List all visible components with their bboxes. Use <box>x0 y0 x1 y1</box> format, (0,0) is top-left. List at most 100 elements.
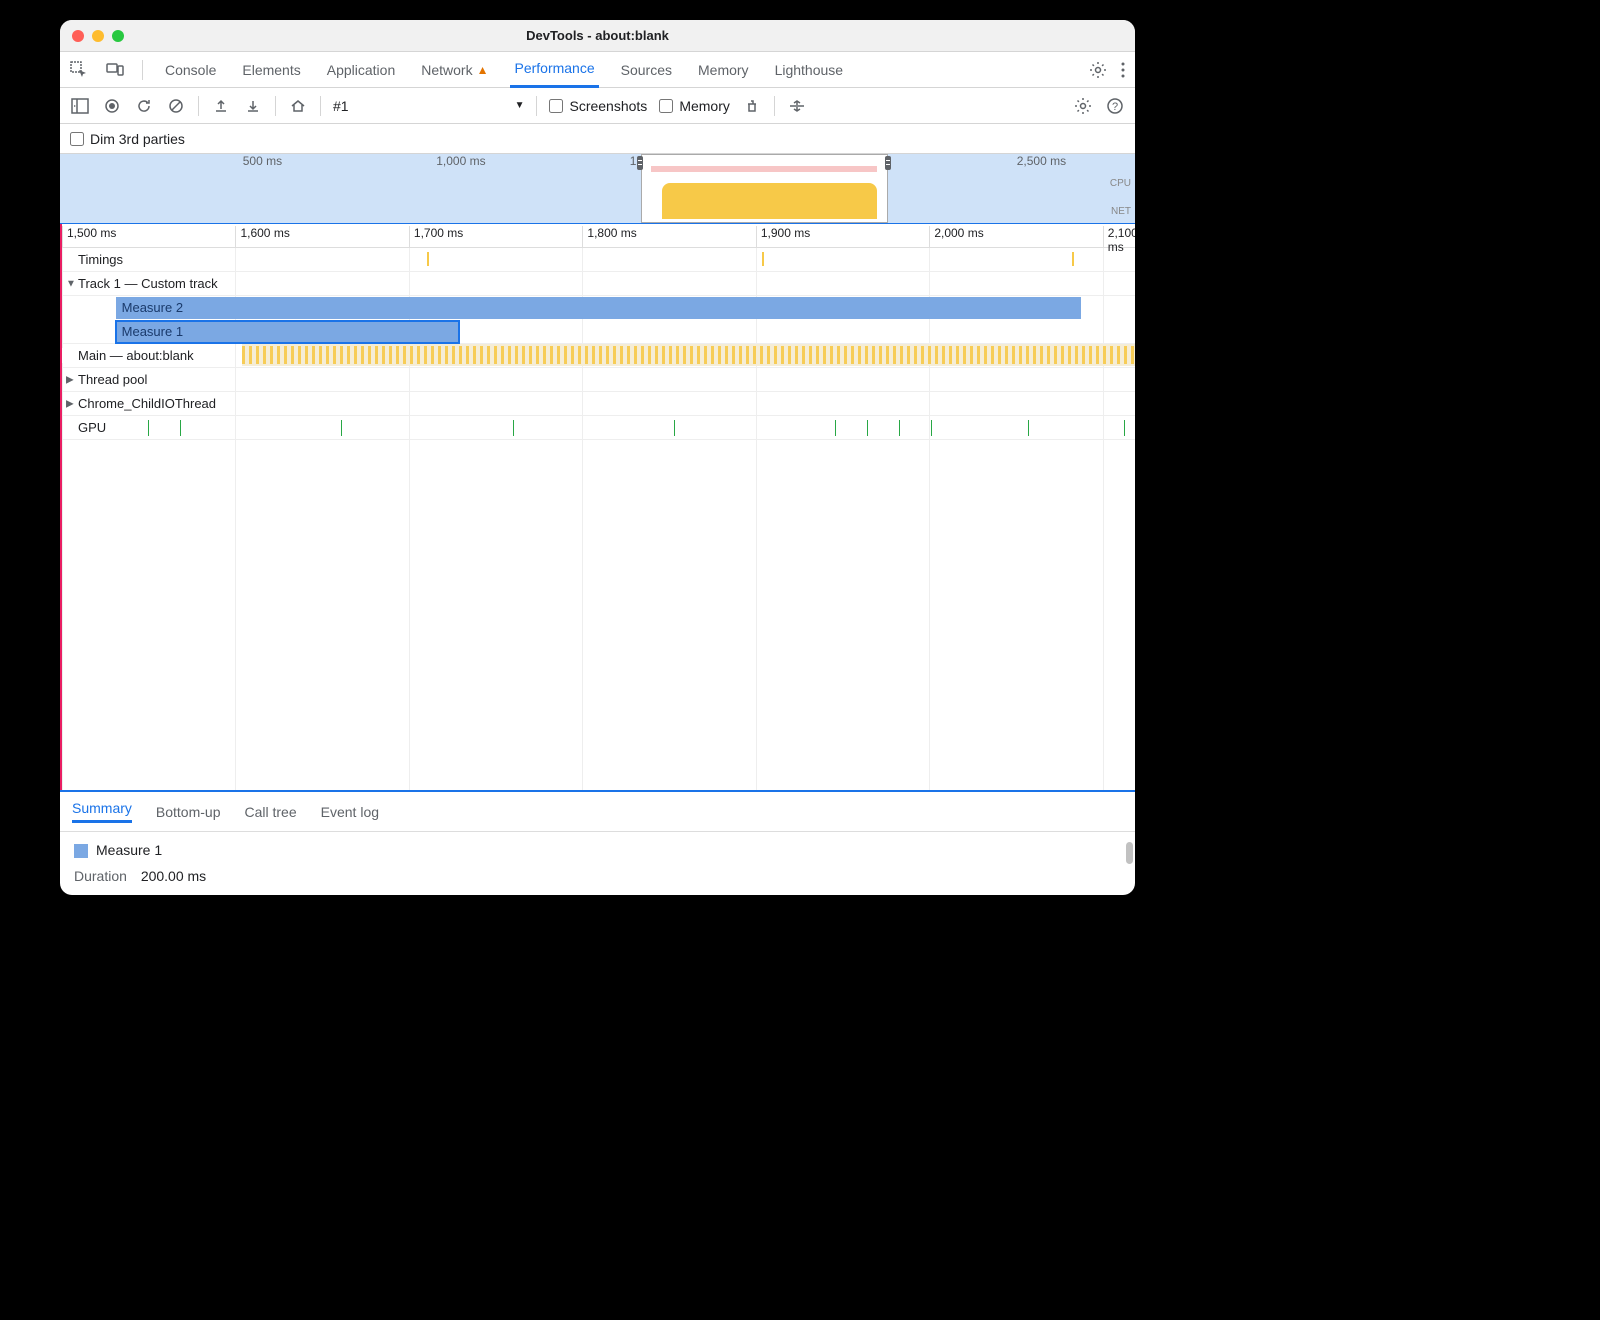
details-body: Measure 1 Duration 200.00 ms <box>60 832 1135 894</box>
track-main[interactable]: ▶ Main — about:blank <box>62 344 1135 368</box>
inspect-element-icon[interactable] <box>70 61 88 79</box>
minimize-window-button[interactable] <box>92 30 104 42</box>
close-window-button[interactable] <box>72 30 84 42</box>
track-gpu[interactable]: GPU <box>62 416 1135 440</box>
timing-marker <box>762 252 764 266</box>
overview-handle-right[interactable] <box>885 156 891 170</box>
dim-3rd-parties-checkbox[interactable]: Dim 3rd parties <box>70 131 185 147</box>
gpu-tick <box>180 420 181 436</box>
measure-1[interactable]: Measure 1 <box>116 321 459 343</box>
timing-marker <box>1072 252 1074 266</box>
separator <box>536 96 537 116</box>
dropdown-icon: ▼ <box>515 100 525 111</box>
gpu-tick <box>341 420 342 436</box>
scrollbar-thumb[interactable] <box>1126 842 1133 864</box>
details-pane: Summary Bottom-up Call tree Event log Me… <box>60 790 1135 895</box>
track-thread-pool[interactable]: ▶ Thread pool <box>62 368 1135 392</box>
clear-icon[interactable] <box>166 96 186 116</box>
measure-row-2: Measure 2 <box>62 296 1135 320</box>
tab-network[interactable]: Network▲ <box>417 62 492 78</box>
tab-performance[interactable]: Performance <box>510 52 598 88</box>
duration-row: Duration 200.00 ms <box>74 868 1121 884</box>
timeline-ruler: 1,500 ms 1,600 ms 1,700 ms 1,800 ms 1,900 ms… <box>62 224 1135 248</box>
ruler-tick: 1,800 ms <box>582 226 636 248</box>
tab-console[interactable]: Console <box>161 62 220 78</box>
details-tab-call-tree[interactable]: Call tree <box>245 804 297 820</box>
recording-selector[interactable]: #1 ▼ <box>333 98 524 114</box>
ruler-tick: 2,100 ms <box>1103 226 1135 248</box>
help-icon[interactable]: ? <box>1105 96 1125 116</box>
selected-item-name: Measure 1 <box>74 842 1121 858</box>
ruler-tick: 2,000 ms <box>929 226 983 248</box>
more-icon[interactable] <box>1121 62 1125 78</box>
screenshots-checkbox[interactable]: Screenshots <box>549 98 647 114</box>
overview-handle-left[interactable] <box>637 156 643 170</box>
settings-icon[interactable] <box>1089 61 1107 79</box>
maximize-window-button[interactable] <box>112 30 124 42</box>
gpu-tick <box>1028 420 1029 436</box>
separator <box>142 60 143 80</box>
recording-name: #1 <box>333 98 349 114</box>
ruler-tick: 1,500 ms <box>62 226 116 248</box>
ruler-tick: 1,900 ms <box>756 226 810 248</box>
tab-memory[interactable]: Memory <box>694 62 753 78</box>
details-tab-bottom-up[interactable]: Bottom-up <box>156 804 221 820</box>
gpu-tick <box>148 420 149 436</box>
toggle-sidebar-icon[interactable] <box>70 96 90 116</box>
details-tab-summary[interactable]: Summary <box>72 800 132 823</box>
overview-tick: 500 ms <box>243 154 282 168</box>
measure-2[interactable]: Measure 2 <box>116 297 1082 319</box>
devtools-window: DevTools - about:blank Console Elements … <box>60 20 1135 895</box>
ruler-tick: 1,700 ms <box>409 226 463 248</box>
gpu-tick <box>513 420 514 436</box>
device-toolbar-icon[interactable] <box>106 61 124 79</box>
overview-tick: 2,500 ms <box>1017 154 1066 168</box>
reload-icon[interactable] <box>134 96 154 116</box>
home-icon[interactable] <box>288 96 308 116</box>
separator <box>774 96 775 116</box>
gpu-tick <box>867 420 868 436</box>
record-icon[interactable] <box>102 96 122 116</box>
track-timings[interactable]: Timings <box>62 248 1135 272</box>
tab-lighthouse[interactable]: Lighthouse <box>771 62 848 78</box>
warning-icon: ▲ <box>477 63 489 77</box>
traffic-lights <box>72 30 124 42</box>
window-title: DevTools - about:blank <box>526 28 669 43</box>
performance-toolbar: #1 ▼ Screenshots Memory ? <box>60 88 1135 124</box>
details-tab-event-log[interactable]: Event log <box>321 804 379 820</box>
capture-settings-icon[interactable] <box>1073 96 1093 116</box>
net-label: NET <box>1111 206 1131 217</box>
gc-icon[interactable] <box>742 96 762 116</box>
gpu-tick <box>835 420 836 436</box>
ruler-tick: 1,600 ms <box>235 226 289 248</box>
timeline-overview[interactable]: 500 ms1,000 ms1,500 ms2,000 ms2,500 ms C… <box>60 154 1135 224</box>
measure-row-1: Measure 1 <box>62 320 1135 344</box>
separator <box>320 96 321 116</box>
duration-value: 200.00 ms <box>141 868 206 884</box>
separator <box>275 96 276 116</box>
upload-icon[interactable] <box>211 96 231 116</box>
tab-application[interactable]: Application <box>323 62 400 78</box>
options-bar: Dim 3rd parties <box>60 124 1135 154</box>
track-custom-1-header[interactable]: ▼ Track 1 — Custom track <box>62 272 1135 296</box>
svg-text:?: ? <box>1112 101 1118 113</box>
gpu-tick <box>674 420 675 436</box>
shortcuts-icon[interactable] <box>787 96 807 116</box>
titlebar: DevTools - about:blank <box>60 20 1135 52</box>
gpu-tick <box>931 420 932 436</box>
color-swatch <box>74 844 88 858</box>
gpu-tick <box>899 420 900 436</box>
gpu-tick <box>1124 420 1125 436</box>
download-icon[interactable] <box>243 96 263 116</box>
separator <box>198 96 199 116</box>
main-activity-strip <box>242 346 1135 364</box>
main-tab-bar: Console Elements Application Network▲ Pe… <box>60 52 1135 88</box>
tab-sources[interactable]: Sources <box>617 62 676 78</box>
track-child-io[interactable]: ▶ Chrome_ChildIOThread <box>62 392 1135 416</box>
cpu-label: CPU <box>1110 178 1131 189</box>
flame-chart[interactable]: 1,500 ms 1,600 ms 1,700 ms 1,800 ms 1,900 ms… <box>60 224 1135 790</box>
duration-label: Duration <box>74 868 127 884</box>
tab-elements[interactable]: Elements <box>238 62 304 78</box>
memory-checkbox[interactable]: Memory <box>659 98 730 114</box>
overview-tick: 1,000 ms <box>436 154 485 168</box>
